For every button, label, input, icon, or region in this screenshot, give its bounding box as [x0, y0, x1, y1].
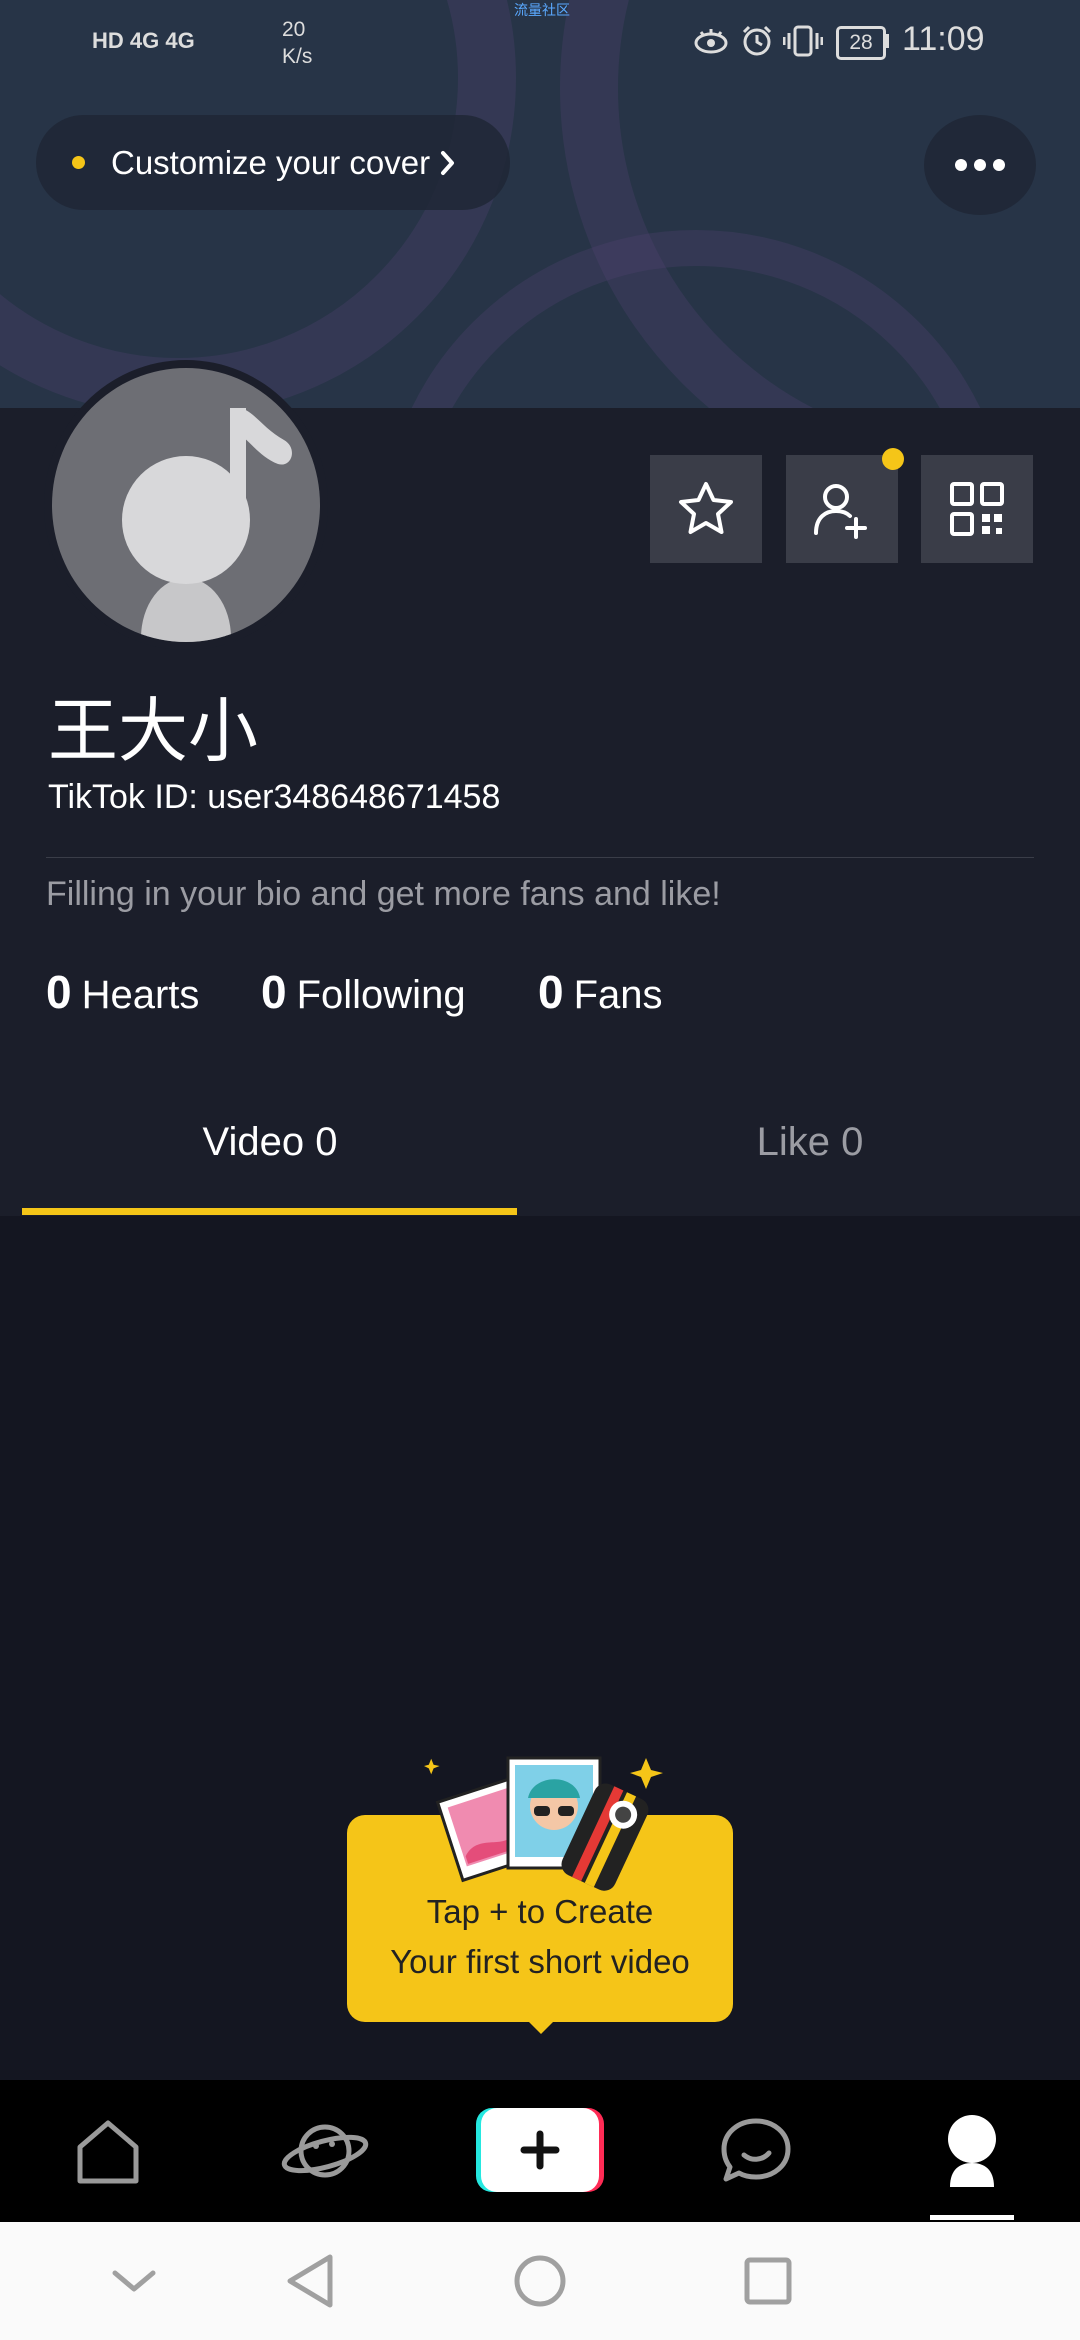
bio-placeholder[interactable]: Filling in your bio and get more fans an… — [46, 875, 721, 914]
sys-recents-button[interactable] — [708, 2222, 828, 2340]
stat-label: Hearts — [81, 973, 200, 1017]
inbox-chat-icon — [721, 2118, 791, 2182]
eye-comfort-icon — [694, 29, 728, 54]
alarm-icon — [742, 25, 772, 56]
stat-following[interactable]: 0 Following — [261, 965, 466, 1019]
tab-like[interactable]: Like 0 — [570, 1120, 1050, 1165]
tab-video[interactable]: Video 0 — [30, 1120, 510, 1165]
stat-label: Following — [296, 973, 466, 1017]
sys-home-button[interactable] — [480, 2222, 600, 2340]
more-options-button[interactable] — [924, 115, 1036, 215]
add-friends-button[interactable] — [786, 455, 898, 563]
qr-code-button[interactable] — [921, 455, 1033, 563]
qr-code-icon — [950, 482, 1004, 536]
customize-cover-button[interactable]: Customize your cover — [36, 115, 510, 210]
profile-me-icon — [948, 2115, 996, 2187]
battery-level: 28 — [849, 31, 873, 54]
create-button[interactable] — [476, 2108, 604, 2192]
add-user-icon — [814, 484, 867, 539]
network-indicators: HD 4G 4G — [92, 28, 195, 53]
network-speed-value: 20 — [282, 18, 306, 41]
stat-value: 0 — [538, 966, 564, 1018]
stat-label: Fans — [573, 973, 663, 1017]
stat-value: 0 — [261, 966, 287, 1018]
divider — [46, 857, 1034, 858]
nav-inbox[interactable] — [686, 2080, 826, 2222]
tiktok-id[interactable]: TikTok ID: user348648671458 — [48, 778, 500, 817]
customize-cover-label: Customize your cover — [111, 143, 431, 181]
active-nav-indicator — [930, 2215, 1014, 2220]
home-circle-icon — [514, 2255, 566, 2307]
back-triangle-icon — [287, 2254, 333, 2308]
favorites-button[interactable] — [650, 455, 762, 563]
tooltip-subtitle: Your first short video — [390, 1943, 690, 1980]
nav-discover[interactable] — [255, 2080, 395, 2222]
home-icon — [77, 2120, 139, 2184]
more-dots-icon — [955, 159, 1005, 171]
sys-back-button[interactable] — [250, 2222, 370, 2340]
star-icon — [679, 482, 733, 534]
nav-home[interactable] — [38, 2080, 178, 2222]
stat-value: 0 — [46, 966, 72, 1018]
battery-icon: 28 — [836, 26, 886, 60]
status-bar: HD 4G 4G 20 K/s 流量社区 28 11:09 — [0, 0, 1080, 80]
top-notice-text: 流量社区 — [514, 2, 570, 18]
recents-square-icon — [744, 2257, 792, 2305]
active-tab-indicator — [22, 1208, 517, 1215]
chevron-down-icon — [112, 2270, 156, 2292]
stat-fans[interactable]: 0 Fans — [538, 965, 663, 1019]
nav-me[interactable] — [902, 2080, 1042, 2222]
battery-tip — [884, 34, 889, 48]
chevron-right-icon — [441, 150, 455, 175]
tooltip-title: Tap + to Create — [426, 1893, 654, 1930]
profile-name: 王大小 — [48, 692, 258, 770]
stat-hearts[interactable]: 0 Hearts — [46, 965, 199, 1019]
highlight-dot — [72, 156, 85, 169]
vibrate-icon — [783, 25, 823, 57]
default-avatar-icon — [122, 408, 292, 642]
discover-planet-icon — [281, 2124, 369, 2178]
plus-icon — [476, 2108, 604, 2192]
tooltip-arrow — [525, 2018, 557, 2034]
sys-collapse-button[interactable] — [74, 2222, 194, 2340]
create-illustration — [424, 1756, 663, 1891]
clock: 11:09 — [902, 20, 985, 58]
network-speed-unit: K/s — [282, 45, 313, 68]
notification-dot — [882, 448, 904, 470]
avatar[interactable] — [52, 368, 320, 642]
